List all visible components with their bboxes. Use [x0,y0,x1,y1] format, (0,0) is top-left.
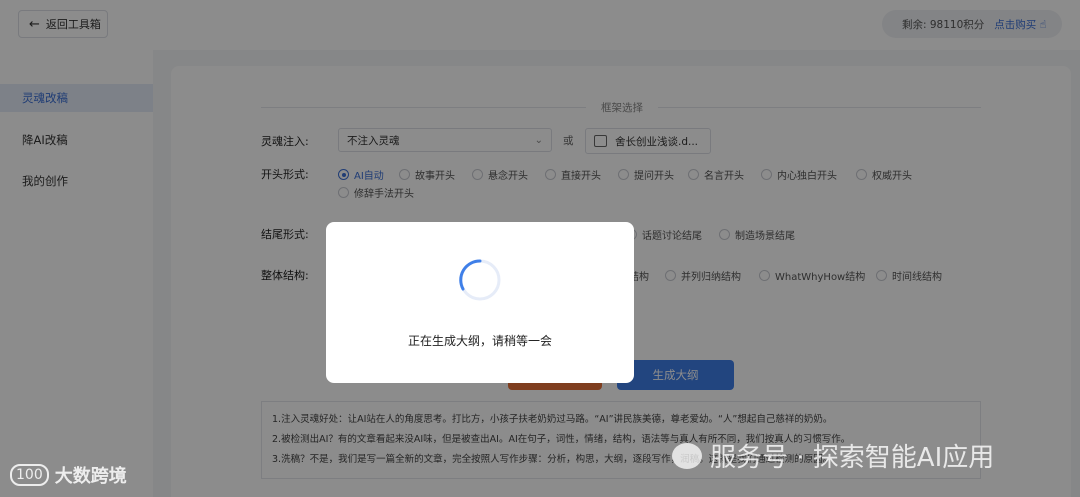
brand-logo: 100 [10,464,49,486]
loading-modal: 正在生成大纲，请稍等一会 [326,222,634,383]
wechat-icon [672,442,702,469]
watermark-right-text: 服务号 · 探索智能AI应用 [710,443,995,473]
loading-spinner-icon [459,259,501,301]
loading-message: 正在生成大纲，请稍等一会 [407,334,552,348]
watermark-left-text: 大数跨境 [54,466,127,487]
watermark-right: 服务号 · 探索智能AI应用 [672,437,994,474]
watermark-left: 100 大数跨境 [10,462,127,488]
